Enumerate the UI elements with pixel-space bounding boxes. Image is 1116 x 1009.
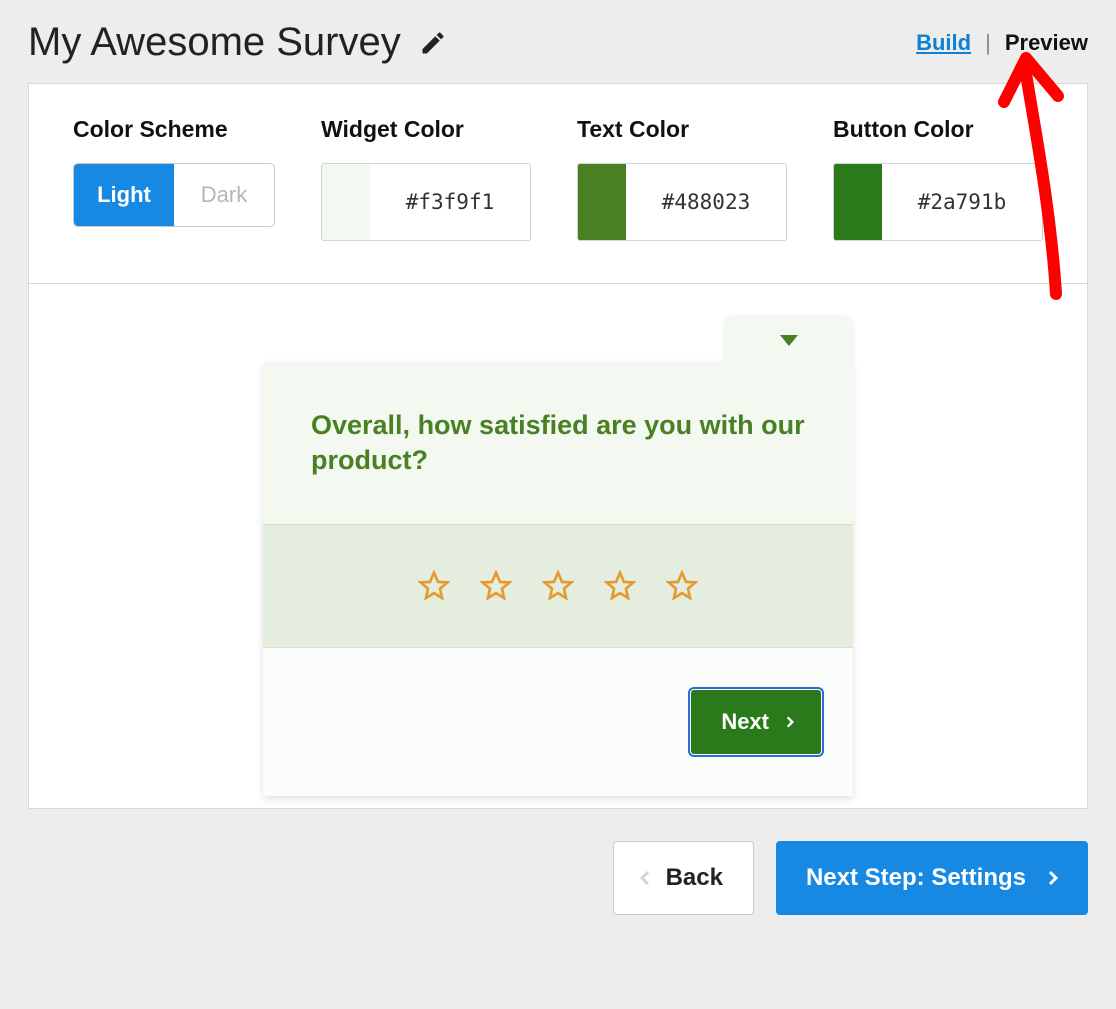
star-4-icon[interactable] [604, 570, 636, 602]
widget-color-picker[interactable]: #f3f9f1 [321, 163, 531, 241]
style-config-panel: Color Scheme Light Dark Widget Color #f3… [28, 83, 1088, 284]
tab-build[interactable]: Build [916, 30, 971, 56]
survey-next-button[interactable]: Next [691, 690, 821, 754]
button-color-picker[interactable]: #2a791b [833, 163, 1043, 241]
star-2-icon[interactable] [480, 570, 512, 602]
tab-separator: | [985, 30, 991, 56]
back-button[interactable]: Back [613, 841, 754, 915]
star-3-icon[interactable] [542, 570, 574, 602]
next-step-button[interactable]: Next Step: Settings [776, 841, 1088, 915]
preview-panel: Overall, how satisfied are you with our … [28, 284, 1088, 809]
widget-color-swatch[interactable] [322, 164, 370, 240]
text-color-picker[interactable]: #488023 [577, 163, 787, 241]
color-scheme-toggle: Light Dark [73, 163, 275, 227]
chevron-right-icon [1044, 869, 1062, 887]
color-scheme-label: Color Scheme [73, 116, 275, 143]
back-label: Back [666, 864, 723, 892]
wizard-nav: Back Next Step: Settings [28, 809, 1088, 923]
widget-color-hex[interactable]: #f3f9f1 [370, 164, 530, 240]
tab-preview[interactable]: Preview [1005, 30, 1088, 56]
header-bar: My Awesome Survey Build | Preview [28, 20, 1088, 65]
button-color-block: Button Color #2a791b [833, 116, 1043, 241]
survey-question: Overall, how satisfied are you with our … [263, 362, 853, 524]
edit-icon[interactable] [419, 29, 447, 57]
chevron-left-icon [636, 869, 654, 887]
widget-color-label: Widget Color [321, 116, 531, 143]
survey-title: My Awesome Survey [28, 20, 401, 65]
button-color-label: Button Color [833, 116, 1043, 143]
rating-stars [263, 524, 853, 648]
scheme-dark-option[interactable]: Dark [174, 164, 274, 226]
text-color-block: Text Color #488023 [577, 116, 787, 241]
chevron-right-icon [783, 715, 797, 729]
next-step-label: Next Step: Settings [806, 864, 1026, 892]
text-color-label: Text Color [577, 116, 787, 143]
survey-collapse-tab[interactable] [724, 317, 854, 363]
scheme-light-option[interactable]: Light [74, 164, 174, 226]
star-1-icon[interactable] [418, 570, 450, 602]
star-5-icon[interactable] [666, 570, 698, 602]
survey-next-label: Next [721, 709, 769, 735]
survey-footer: Next [263, 648, 853, 796]
button-color-hex[interactable]: #2a791b [882, 164, 1042, 240]
text-color-swatch[interactable] [578, 164, 626, 240]
survey-widget: Overall, how satisfied are you with our … [263, 362, 853, 796]
button-color-swatch[interactable] [834, 164, 882, 240]
text-color-hex[interactable]: #488023 [626, 164, 786, 240]
caret-down-icon [780, 335, 798, 346]
color-scheme-block: Color Scheme Light Dark [73, 116, 275, 227]
widget-color-block: Widget Color #f3f9f1 [321, 116, 531, 241]
